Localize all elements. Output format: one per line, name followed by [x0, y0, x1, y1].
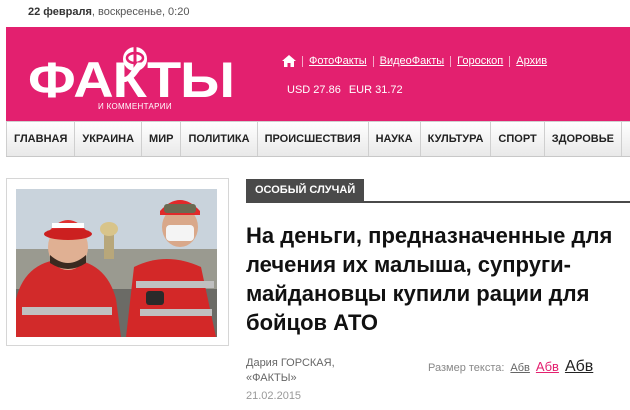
- article-byline: Дария ГОРСКАЯ, «ФАКТЫ» 21.02.2015: [246, 356, 335, 404]
- nav-item-main[interactable]: ГЛАВНАЯ: [6, 122, 76, 156]
- text-size-small-button[interactable]: Абв: [510, 362, 529, 374]
- category-badge[interactable]: ОСОБЫЙ СЛУЧАЙ: [246, 179, 365, 201]
- text-size-large-button[interactable]: Абв: [565, 358, 593, 376]
- article-photo-frame: [6, 178, 229, 346]
- text-size-label: Размер текста:: [428, 362, 505, 374]
- author-name[interactable]: Дария ГОРСКАЯ,: [246, 357, 335, 369]
- top-links: ФотоФакты ВидеоФакты Гороскоп Архив: [282, 55, 553, 67]
- nav-item-science[interactable]: НАУКА: [369, 122, 421, 156]
- current-date: 22 февраля: [28, 6, 92, 18]
- eur-rate: EUR 31.72: [348, 84, 403, 96]
- nav-item-sport[interactable]: СПОРТ: [491, 122, 545, 156]
- category-underline: [246, 201, 630, 203]
- date-bar: 22 февраля, воскресенье, 0:20: [28, 6, 189, 18]
- currency-rates: USD 27.86 EUR 31.72: [287, 84, 411, 96]
- current-weekday-time: , воскресенье, 0:20: [91, 6, 190, 18]
- nav-item-culture[interactable]: КУЛЬТУРА: [421, 122, 492, 156]
- main-nav: ГЛАВНАЯ УКРАИНА МИР ПОЛИТИКА ПРОИСШЕСТВИ…: [6, 121, 630, 157]
- text-size-control: Размер текста: Абв Абв Абв: [428, 358, 593, 376]
- article-headline: На деньги, предназначенные для лечения и…: [246, 223, 613, 335]
- divider: [450, 55, 452, 67]
- nav-item-world[interactable]: МИР: [142, 122, 182, 156]
- top-link-photofacts[interactable]: ФотоФакты: [309, 55, 367, 67]
- divider: [372, 55, 374, 67]
- home-icon[interactable]: [282, 55, 296, 67]
- nav-item-health[interactable]: ЗДОРОВЬЕ: [545, 122, 622, 156]
- text-size-medium-button[interactable]: Абв: [536, 359, 559, 374]
- article-photo[interactable]: [16, 189, 217, 337]
- article-date: 21.02.2015: [246, 390, 302, 402]
- outlet-name: «ФАКТЫ»: [246, 372, 297, 384]
- top-link-horoscope[interactable]: Гороскоп: [457, 55, 503, 67]
- top-link-videofacts[interactable]: ВидеоФакты: [380, 55, 445, 67]
- site-logo[interactable]: ФАКТЫ И КОММЕНТАРИИ: [28, 41, 258, 113]
- logo-subtitle: И КОММЕНТАРИИ: [98, 102, 172, 111]
- nav-item-incidents[interactable]: ПРОИСШЕСТВИЯ: [258, 122, 369, 156]
- top-link-archive[interactable]: Архив: [516, 55, 547, 67]
- divider: [302, 55, 303, 67]
- divider: [509, 55, 511, 67]
- page: 22 февраля, воскресенье, 0:20 ФАКТЫ И КО…: [0, 0, 630, 410]
- nav-item-politics[interactable]: ПОЛИТИКА: [181, 122, 258, 156]
- nav-item-ukraine[interactable]: УКРАИНА: [75, 122, 143, 156]
- site-header: ФАКТЫ И КОММЕНТАРИИ ФотоФакты ВидеоФакты…: [6, 27, 630, 121]
- usd-rate: USD 27.86: [287, 84, 341, 96]
- logo-wordmark: ФАКТЫ: [28, 52, 235, 108]
